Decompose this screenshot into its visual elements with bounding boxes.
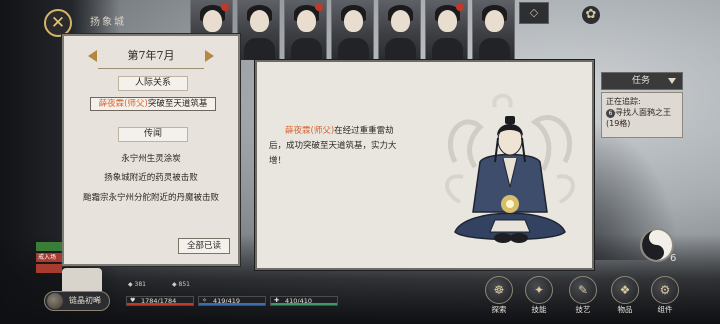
meditating-cultivator-illustration — [445, 93, 575, 243]
alert-dot-icon — [315, 3, 323, 11]
quest-text: 寻找人面鸦之王(19格) — [606, 108, 671, 128]
menu-parts-button[interactable]: ⚙ 组件 — [650, 276, 680, 322]
quest-tracker[interactable]: 正在追踪: 6 寻找人面鸦之王(19格) — [601, 92, 683, 138]
event-detail-panel: 薛夜霖(师父)在经过重重雷劫后，成功突破至天道筑基，实力大增！ — [255, 60, 594, 270]
parts-icon: ⚙ — [651, 276, 679, 304]
party-portrait[interactable] — [425, 0, 468, 60]
player-avatar[interactable] — [62, 268, 102, 292]
menu-label: 探索 — [491, 305, 507, 314]
read-all-button[interactable]: 全部已读 — [178, 238, 230, 254]
news-item[interactable]: 扬象城附近的药灵被击败 — [64, 171, 238, 183]
top-square-button[interactable]: ◇ — [519, 2, 549, 24]
prev-month-arrow-icon[interactable] — [88, 50, 97, 62]
party-portrait[interactable] — [378, 0, 421, 60]
relation-entry[interactable]: 薛夜霖(师父)突破至天道筑基 — [90, 97, 216, 111]
event-detail-text: 薛夜霖(师父)在经过重重雷劫后，成功突破至天道筑基，实力大增！ — [269, 124, 409, 169]
quest-header[interactable]: 任务 — [601, 72, 683, 90]
news-title: 传闻 — [118, 127, 188, 142]
taiji-count: 6 — [670, 253, 677, 264]
menu-label: 技艺 — [575, 305, 591, 314]
relations-title: 人际关系 — [118, 76, 188, 91]
menu-items-button[interactable]: ❖ 物品 — [610, 276, 640, 322]
bag-icon: ❖ — [611, 276, 639, 304]
stamina-bar: ✚ 410/410 — [270, 296, 338, 306]
edge-tag[interactable] — [36, 242, 62, 251]
menu-explore-button[interactable]: ☸ 探索 — [484, 276, 514, 322]
hp-bar: ♥ 1784/1784 — [126, 296, 194, 306]
detail-name: 薛夜霖(师父) — [285, 126, 335, 136]
resource-1: ◆ 381 — [128, 281, 146, 288]
diamond-icon: ◇ — [529, 6, 539, 19]
chevron-down-icon — [668, 78, 676, 84]
quest-entry: 6 寻找人面鸦之王(19格) — [606, 107, 678, 129]
news-item[interactable]: 永宁州生灵涂炭 — [64, 152, 238, 164]
menu-label: 组件 — [657, 305, 673, 314]
menu-crafts-button[interactable]: ✎ 技艺 — [568, 276, 598, 322]
edge-tag[interactable]: 戒入场 — [36, 253, 62, 262]
alert-dot-icon — [456, 3, 464, 11]
menu-label: 技能 — [531, 305, 547, 314]
taiji-icon[interactable] — [640, 228, 674, 262]
skill-button-label: 链晶初晞 — [69, 296, 101, 305]
flower-icon: ✿ — [585, 7, 597, 22]
resource-2: ◆ 851 — [172, 281, 190, 288]
date-selector: 第7年7月 — [64, 46, 238, 69]
close-button[interactable]: ✕ — [44, 9, 72, 37]
news-item[interactable]: 颱霜宗永宁州分舵附近的丹魔被击败 — [64, 191, 238, 203]
close-icon: ✕ — [50, 13, 66, 33]
menu-skills-button[interactable]: ✦ 技能 — [524, 276, 554, 322]
settings-button[interactable]: ✿ — [582, 6, 600, 24]
skill-button[interactable]: 链晶初晞 — [44, 291, 110, 311]
left-edge-tags: 戒入场 — [36, 242, 64, 275]
date-label: 第7年7月 — [127, 49, 175, 62]
orb-icon — [47, 293, 63, 309]
skill-icon: ✦ — [525, 276, 553, 304]
menu-label: 物品 — [617, 305, 633, 314]
status-bars: ♥ 1784/1784 ✧ 419/419 ✚ 410/410 — [126, 296, 352, 308]
bottom-menu: ☸ 探索 ✦ 技能 ✎ 技艺 ❖ 物品 ⚙ 组件 — [480, 276, 690, 322]
relation-entry-name: 薛夜霖(师父) — [98, 99, 148, 109]
quest-header-label: 任务 — [632, 76, 651, 86]
party-portrait[interactable] — [284, 0, 327, 60]
alert-dot-icon — [221, 3, 229, 11]
mp-bar: ✧ 419/419 — [198, 296, 266, 306]
relation-entry-text: 突破至天道筑基 — [147, 99, 208, 109]
next-month-arrow-icon[interactable] — [205, 50, 214, 62]
quest-tracking-label: 正在追踪: — [606, 97, 641, 106]
party-portrait[interactable] — [472, 0, 515, 60]
party-portrait[interactable] — [331, 0, 374, 60]
compass-icon: ☸ — [485, 276, 513, 304]
party-portrait[interactable] — [237, 0, 280, 60]
edge-tag[interactable] — [36, 264, 62, 273]
event-log-panel: 第7年7月 人际关系 薛夜霖(师父)突破至天道筑基 传闻 永宁州生灵涂炭 扬象城… — [62, 34, 240, 266]
quest-number-badge: 6 — [606, 109, 615, 118]
date-underline — [98, 68, 204, 69]
craft-icon: ✎ — [569, 276, 597, 304]
city-name: 扬象城 — [90, 17, 126, 28]
